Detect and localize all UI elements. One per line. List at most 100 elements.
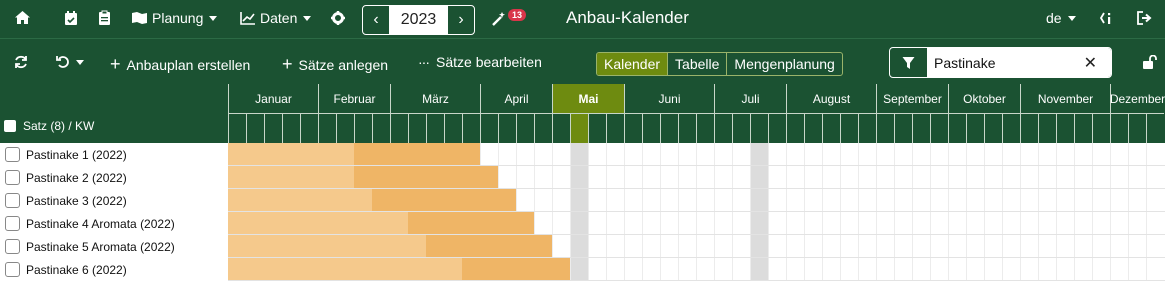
week-column-header[interactable] [1092, 113, 1110, 143]
week-column-header[interactable] [408, 113, 426, 143]
week-column-header[interactable] [660, 113, 678, 143]
week-column-header[interactable] [678, 113, 696, 143]
week-column-header[interactable] [750, 113, 768, 143]
week-column-header[interactable] [462, 113, 480, 143]
refresh-icon[interactable] [14, 55, 28, 69]
anbauplan-erstellen-button[interactable]: + Anbauplan erstellen [110, 54, 250, 75]
week-column-header[interactable] [390, 113, 408, 143]
harvest-bar[interactable] [408, 212, 534, 234]
harvest-bar[interactable] [354, 166, 498, 188]
growth-bar-light[interactable] [228, 258, 462, 280]
week-column-header[interactable] [894, 113, 912, 143]
week-column-header[interactable] [1074, 113, 1092, 143]
week-column-header[interactable] [1146, 113, 1164, 143]
week-column-header[interactable] [1110, 113, 1128, 143]
week-column-header[interactable] [768, 113, 786, 143]
select-all-checkbox[interactable] [4, 120, 16, 132]
week-column-header[interactable] [930, 113, 948, 143]
week-column-header[interactable] [1002, 113, 1020, 143]
clear-icon[interactable]: ✕ [1084, 53, 1097, 73]
week-column-header[interactable] [786, 113, 804, 143]
year-value[interactable]: 2023 [389, 6, 448, 34]
select-all[interactable]: Satz (8) / KW [4, 119, 94, 133]
table-row[interactable]: Pastinake 4 Aromata (2022) [0, 212, 1165, 235]
week-column-header[interactable] [318, 113, 336, 143]
week-column-header[interactable] [1038, 113, 1056, 143]
week-column-header[interactable] [282, 113, 300, 143]
row-checkbox[interactable] [5, 147, 20, 162]
week-column-header[interactable] [228, 113, 246, 143]
week-column-header[interactable] [588, 113, 606, 143]
calendar-check-icon[interactable] [64, 10, 78, 26]
row-checkbox[interactable] [5, 193, 20, 208]
week-column-header[interactable] [912, 113, 930, 143]
week-column-header[interactable] [426, 113, 444, 143]
week-column-header[interactable] [840, 113, 858, 143]
harvest-bar[interactable] [354, 143, 480, 165]
harvest-bar[interactable] [426, 235, 552, 257]
week-column-header[interactable] [336, 113, 354, 143]
row-checkbox[interactable] [5, 170, 20, 185]
week-column-header[interactable] [696, 113, 714, 143]
week-column-header[interactable] [804, 113, 822, 143]
home-icon[interactable] [14, 10, 31, 25]
week-column-header[interactable] [480, 113, 498, 143]
table-row[interactable]: Pastinake 2 (2022) [0, 166, 1165, 189]
magic-wand-icon[interactable] [491, 11, 507, 27]
table-row[interactable]: Pastinake 3 (2022) [0, 189, 1165, 212]
week-column-header[interactable] [822, 113, 840, 143]
week-column-header[interactable] [732, 113, 750, 143]
week-column-header[interactable] [354, 113, 372, 143]
harvest-bar[interactable] [462, 258, 570, 280]
row-checkbox[interactable] [5, 262, 20, 277]
week-column-header[interactable] [1020, 113, 1038, 143]
view-tabelle-tab[interactable]: Tabelle [667, 53, 726, 75]
week-column-header[interactable] [264, 113, 282, 143]
harvest-bar[interactable] [372, 189, 516, 211]
gear-icon[interactable] [331, 11, 345, 25]
daten-menu[interactable]: Daten [240, 10, 312, 26]
row-checkbox[interactable] [5, 216, 20, 231]
view-kalender-tab[interactable]: Kalender [597, 53, 668, 75]
week-column-header[interactable] [876, 113, 894, 143]
growth-bar-light[interactable] [228, 212, 408, 234]
view-mengenplanung-tab[interactable]: Mengenplanung [726, 53, 841, 75]
chevron-right-icon[interactable]: › [448, 6, 474, 34]
unlock-icon[interactable] [1142, 55, 1157, 69]
filter-input[interactable]: Pastinake ✕ [927, 48, 1111, 77]
week-column-header[interactable] [498, 113, 516, 143]
week-column-header[interactable] [714, 113, 732, 143]
filter-icon[interactable] [890, 48, 927, 77]
undo-menu[interactable] [56, 55, 84, 69]
week-column-header[interactable] [534, 113, 552, 143]
week-column-header[interactable] [246, 113, 264, 143]
info-icon[interactable] [1100, 11, 1116, 25]
week-column-header[interactable] [552, 113, 570, 143]
week-column-header[interactable] [570, 113, 588, 143]
growth-bar-light[interactable] [228, 235, 426, 257]
week-column-header[interactable] [858, 113, 876, 143]
week-column-header[interactable] [444, 113, 462, 143]
saetze-anlegen-button[interactable]: + Sätze anlegen [282, 54, 388, 75]
week-column-header[interactable] [966, 113, 984, 143]
week-column-header[interactable] [984, 113, 1002, 143]
row-checkbox[interactable] [5, 239, 20, 254]
chevron-left-icon[interactable]: ‹ [363, 6, 389, 34]
week-column-header[interactable] [300, 113, 318, 143]
growth-bar-light[interactable] [228, 189, 372, 211]
week-column-header[interactable] [642, 113, 660, 143]
week-column-header[interactable] [1128, 113, 1146, 143]
table-row[interactable]: Pastinake 5 Aromata (2022) [0, 235, 1165, 258]
growth-bar-light[interactable] [228, 166, 354, 188]
week-column-header[interactable] [516, 113, 534, 143]
planung-menu[interactable]: Planung [131, 10, 218, 26]
week-column-header[interactable] [1056, 113, 1074, 143]
table-row[interactable]: Pastinake 1 (2022) [0, 143, 1165, 166]
growth-bar-light[interactable] [228, 143, 354, 165]
logout-icon[interactable] [1137, 11, 1152, 25]
language-menu[interactable]: de [1046, 10, 1076, 26]
table-row[interactable]: Pastinake 6 (2022) [0, 258, 1165, 281]
week-column-header[interactable] [624, 113, 642, 143]
saetze-bearbeiten-button[interactable]: ··· Sätze bearbeiten [418, 54, 542, 70]
clipboard-icon[interactable] [98, 10, 111, 26]
